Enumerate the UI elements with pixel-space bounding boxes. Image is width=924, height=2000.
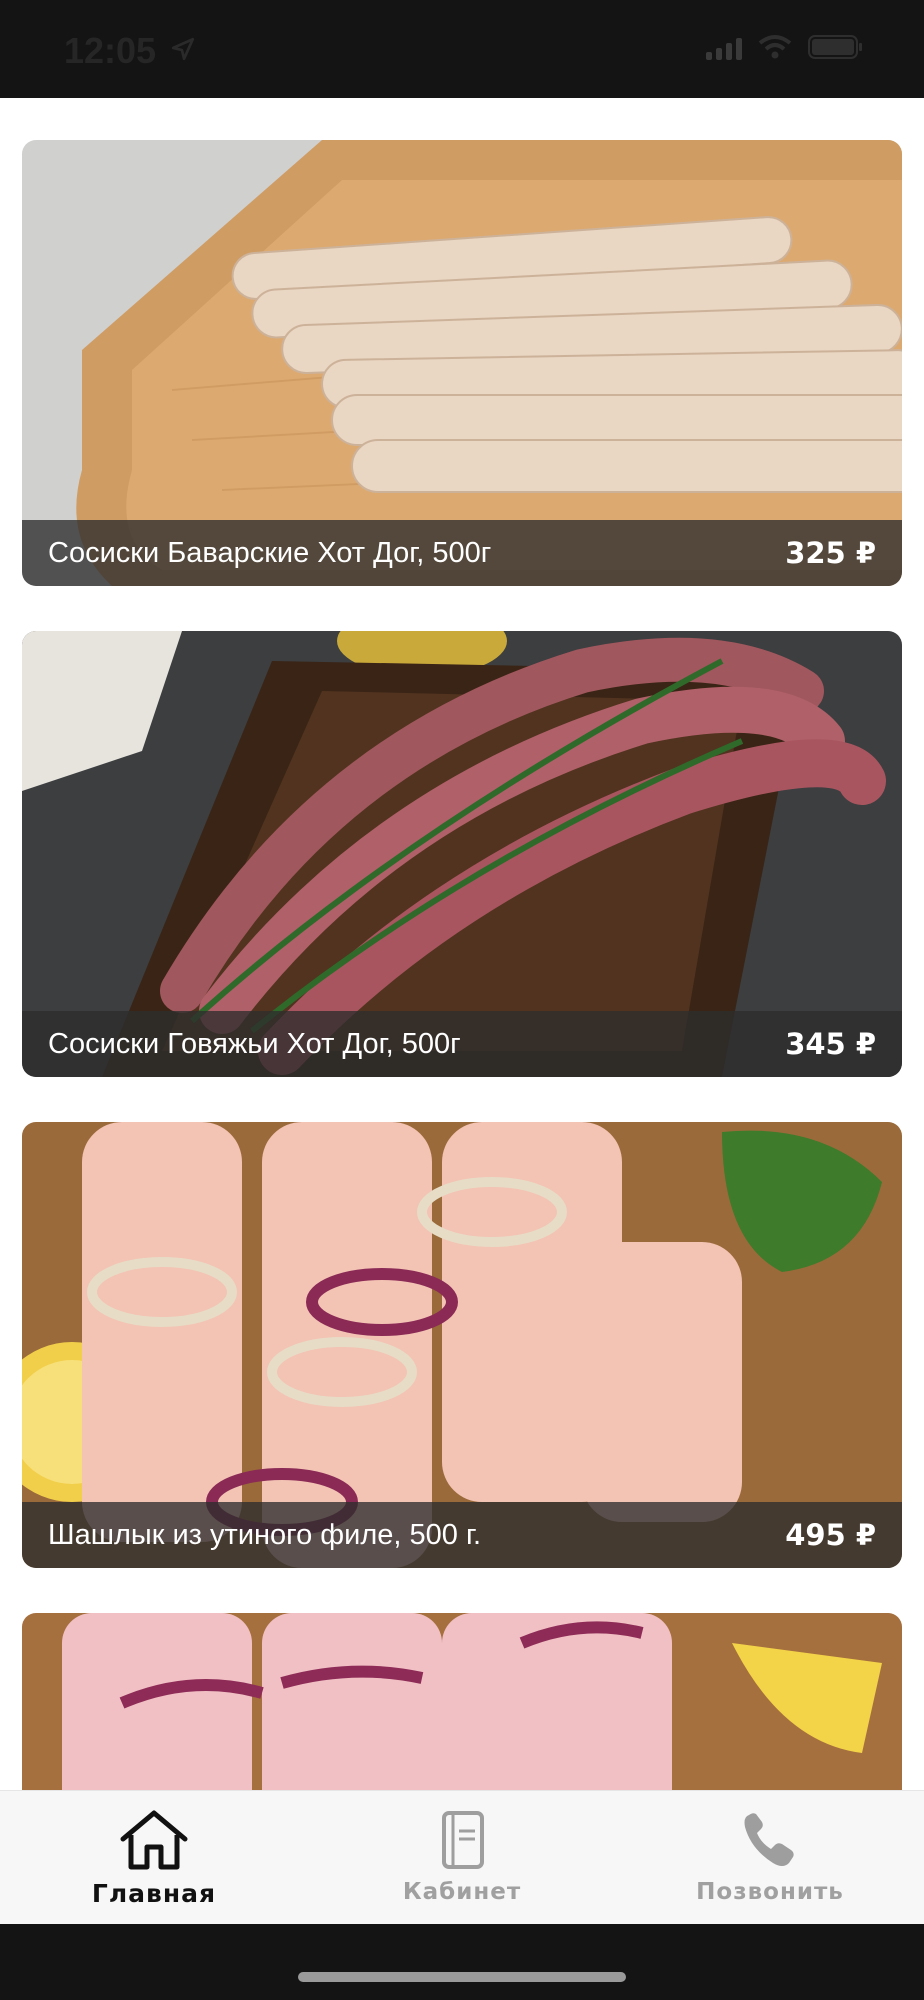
tab-bar: Главная Кабинет Позвонить [0, 1790, 924, 1925]
status-bar: 12:05 [0, 0, 924, 98]
product-price: 495 ₽ [785, 1518, 876, 1552]
product-image [22, 1613, 902, 1790]
wifi-icon [758, 35, 792, 59]
product-price: 325 ₽ [785, 536, 876, 570]
location-arrow-icon [171, 37, 195, 61]
product-feed[interactable]: Сосиски Баварские Хот Дог, 500г 325 ₽ Со… [0, 98, 924, 1790]
home-indicator-area [0, 1924, 924, 2000]
tab-cabinet-label: Кабинет [402, 1879, 522, 1905]
product-price: 345 ₽ [785, 1027, 876, 1061]
tab-call-label: Позвонить [696, 1879, 844, 1905]
home-icon [120, 1810, 188, 1870]
product-title: Шашлык из утиного филе, 500 г. [48, 1518, 482, 1551]
product-caption: Сосиски Баварские Хот Дог, 500г 325 ₽ [22, 520, 902, 586]
tab-home-label: Главная [91, 1879, 217, 1908]
product-card[interactable] [22, 1613, 902, 1790]
tab-call[interactable]: Позвонить [616, 1791, 924, 1925]
phone-icon [744, 1813, 794, 1866]
notebook-icon [442, 1811, 484, 1869]
tab-home[interactable]: Главная [0, 1791, 308, 1925]
product-title: Сосиски Говяжьи Хот Дог, 500г [48, 1027, 461, 1060]
product-card[interactable]: Шашлык из утиного филе, 500 г. 495 ₽ [22, 1122, 902, 1568]
tab-cabinet[interactable]: Кабинет [308, 1791, 616, 1925]
product-card[interactable]: Сосиски Баварские Хот Дог, 500г 325 ₽ [22, 140, 902, 586]
product-caption: Сосиски Говяжьи Хот Дог, 500г 345 ₽ [22, 1011, 902, 1077]
product-caption: Шашлык из утиного филе, 500 г. 495 ₽ [22, 1502, 902, 1568]
home-indicator[interactable] [298, 1972, 626, 1982]
product-card[interactable]: Сосиски Говяжьи Хот Дог, 500г 345 ₽ [22, 631, 902, 1077]
battery-icon [808, 35, 862, 59]
signal-icon [706, 34, 742, 60]
product-title: Сосиски Баварские Хот Дог, 500г [48, 536, 492, 569]
status-time: 12:05 [64, 30, 157, 71]
